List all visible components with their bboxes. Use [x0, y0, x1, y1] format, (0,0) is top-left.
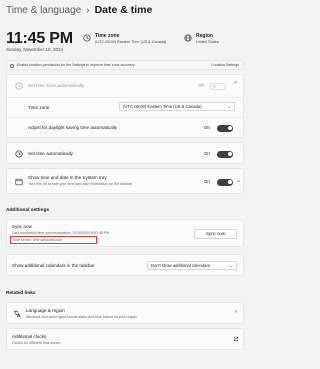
- timezone-summary-title: Time zone: [95, 33, 120, 39]
- globe-icon: [184, 34, 192, 42]
- date-time-settings-page: Time & language › Date & time 11:45 PM S…: [0, 0, 250, 369]
- region-summary: Region United States: [184, 33, 219, 44]
- location-settings-link[interactable]: Location Settings: [211, 63, 239, 67]
- tray-label: Show time and date in the System tray: [28, 175, 107, 180]
- timezone-icon: [15, 82, 23, 90]
- set-time-auto-toggle[interactable]: [217, 150, 233, 158]
- timezone-select[interactable]: (UTC-05:00) Eastern Time (US & Canada) ⌄: [119, 102, 235, 111]
- dst-toggle[interactable]: [217, 124, 233, 132]
- timezone-select-value: (UTC-05:00) Eastern Time (US & Canada): [123, 104, 202, 109]
- additional-calendars-value: Don't show additional calendars: [151, 263, 210, 268]
- set-timezone-auto-label: Set time zone automatically: [28, 83, 85, 88]
- chevron-right-icon: ›: [235, 309, 237, 315]
- set-time-auto-label: Set time automatically: [28, 151, 73, 156]
- language-icon: [13, 310, 21, 318]
- additional-clocks-link[interactable]: Additional clocks Clocks for different t…: [6, 328, 244, 350]
- sync-card: Sync now Last successful time synchroniz…: [6, 219, 244, 247]
- additional-settings-heading: Additional settings: [6, 208, 50, 213]
- tray-toggle[interactable]: [217, 178, 233, 186]
- sync-now-button[interactable]: Sync now: [194, 229, 237, 239]
- sync-title: Sync now: [12, 224, 32, 229]
- current-time: 11:45 PM: [6, 30, 73, 47]
- region-summary-value: United States: [196, 40, 219, 44]
- timezone-summary-value: (UTC-05:00) Eastern Time (US & Canada): [95, 40, 167, 44]
- tray-sublabel: Turn this off to hide your time and date…: [28, 182, 132, 186]
- timezone-settings-card: Set time zone automatically Off ⌃ Time z…: [6, 74, 244, 138]
- current-date: Sunday, November 10, 2024: [6, 47, 63, 52]
- language-region-sub: Windows and some apps format dates and t…: [26, 315, 137, 319]
- system-tray-card: Show time and date in the System tray Tu…: [6, 168, 244, 194]
- chevron-down-icon[interactable]: ⌄: [236, 177, 241, 184]
- language-region-title: Language & region: [26, 308, 65, 313]
- chevron-down-icon: ⌄: [229, 263, 233, 268]
- page-title: Date & time: [94, 4, 153, 16]
- calendar-tray-icon: [15, 178, 23, 186]
- breadcrumb-separator: ›: [86, 4, 90, 16]
- tray-state: On: [204, 179, 210, 184]
- set-timezone-auto-toggle[interactable]: [210, 82, 226, 90]
- additional-calendars-label: Show additional calendars in the taskbar: [12, 263, 95, 268]
- set-timezone-auto-state: Off: [198, 83, 204, 88]
- location-banner: Enable location permission for the Setti…: [6, 60, 244, 70]
- location-banner-text: Enable location permission for the Setti…: [17, 63, 136, 67]
- chevron-down-icon: ⌄: [227, 104, 231, 109]
- set-timezone-auto-row: Set time zone automatically Off ⌃: [7, 75, 243, 97]
- additional-clocks-title: Additional clocks: [12, 334, 47, 339]
- language-region-link[interactable]: Language & region Windows and some apps …: [6, 302, 244, 324]
- timezone-label: Time zone: [28, 105, 50, 110]
- dst-row: Adjust for daylight saving time automati…: [7, 117, 243, 139]
- time-server-highlight: [10, 236, 97, 244]
- related-links-heading: Related links: [6, 291, 36, 296]
- dst-label: Adjust for daylight saving time automati…: [28, 125, 118, 130]
- breadcrumb: Time & language › Date & time: [6, 3, 152, 17]
- timezone-summary: Time zone (UTC-05:00) Eastern Time (US &…: [83, 33, 166, 44]
- timezone-row: Time zone (UTC-05:00) Eastern Time (US &…: [7, 97, 243, 117]
- external-link-icon: [233, 336, 239, 342]
- additional-calendars-card: Show additional calendars in the taskbar…: [6, 254, 244, 276]
- breadcrumb-parent[interactable]: Time & language: [6, 5, 81, 16]
- additional-calendars-select[interactable]: Don't show additional calendars ⌄: [147, 261, 237, 270]
- info-icon: [10, 63, 14, 68]
- additional-clocks-sub: Clocks for different time zones: [12, 341, 61, 345]
- region-summary-title: Region: [196, 33, 213, 39]
- sync-last-time: Last successful time synchronization: 11…: [12, 231, 110, 235]
- chevron-up-icon[interactable]: ⌃: [233, 81, 238, 88]
- set-time-auto-state: On: [204, 151, 210, 156]
- globe-clock-icon: [83, 34, 91, 42]
- clock-icon: [15, 150, 23, 158]
- dst-state: On: [204, 125, 210, 130]
- set-time-auto-card: Set time automatically On: [6, 142, 244, 164]
